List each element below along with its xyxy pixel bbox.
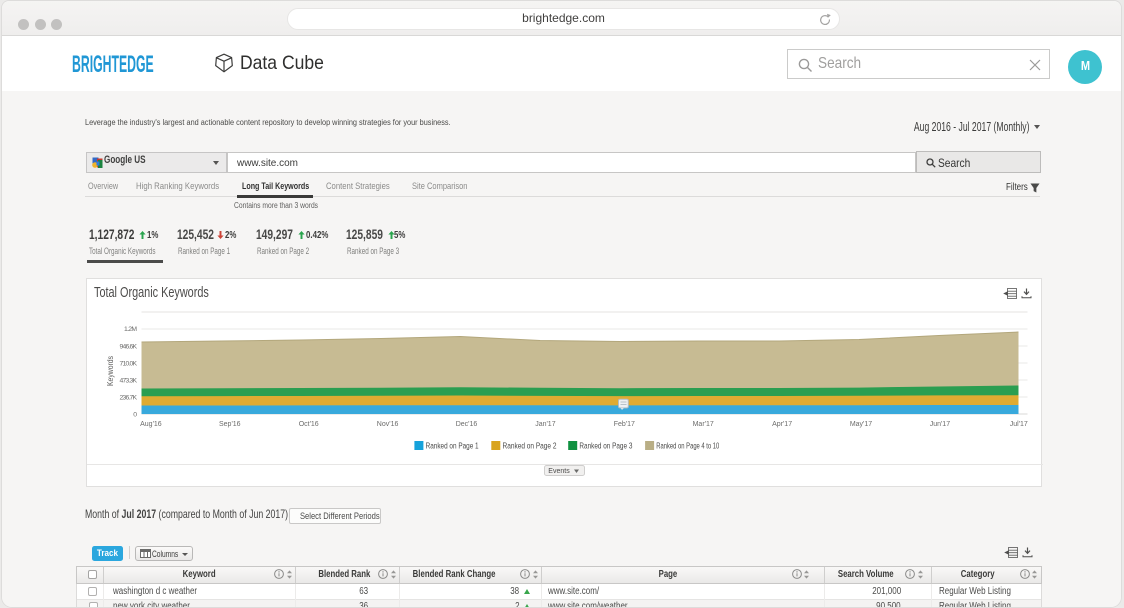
svg-text:Mar'17: Mar'17 xyxy=(692,421,713,428)
svg-text:710.0K: 710.0K xyxy=(119,361,137,368)
svg-text:Jun'17: Jun'17 xyxy=(929,421,950,428)
svg-text:Dec'16: Dec'16 xyxy=(455,421,477,428)
svg-text:Sep'16: Sep'16 xyxy=(219,421,241,428)
svg-text:946.6K: 946.6K xyxy=(119,344,137,351)
svg-text:Keywords: Keywords xyxy=(105,356,115,386)
svg-text:473.3K: 473.3K xyxy=(119,378,137,385)
svg-text:0: 0 xyxy=(133,412,137,419)
svg-text:Oct'16: Oct'16 xyxy=(298,421,318,428)
svg-text:Feb'17: Feb'17 xyxy=(613,421,634,428)
svg-text:Apr'17: Apr'17 xyxy=(772,421,792,428)
svg-text:236.7K: 236.7K xyxy=(119,395,137,402)
svg-text:Ranked on Page 4 to 10: Ranked on Page 4 to 10 xyxy=(656,442,719,451)
svg-text:Events: Events xyxy=(548,468,570,475)
svg-text:Ranked on Page 1: Ranked on Page 1 xyxy=(425,442,478,451)
svg-text:Ranked on Page 3: Ranked on Page 3 xyxy=(579,442,632,451)
svg-text:Aug'16: Aug'16 xyxy=(140,421,162,428)
svg-text:Jan'17: Jan'17 xyxy=(535,421,556,428)
svg-text:Nov'16: Nov'16 xyxy=(376,421,398,428)
svg-text:1.2M: 1.2M xyxy=(124,326,137,333)
svg-text:May'17: May'17 xyxy=(849,421,871,428)
svg-text:Ranked on Page 2: Ranked on Page 2 xyxy=(502,442,556,451)
svg-text:Jul'17: Jul'17 xyxy=(1009,421,1027,428)
